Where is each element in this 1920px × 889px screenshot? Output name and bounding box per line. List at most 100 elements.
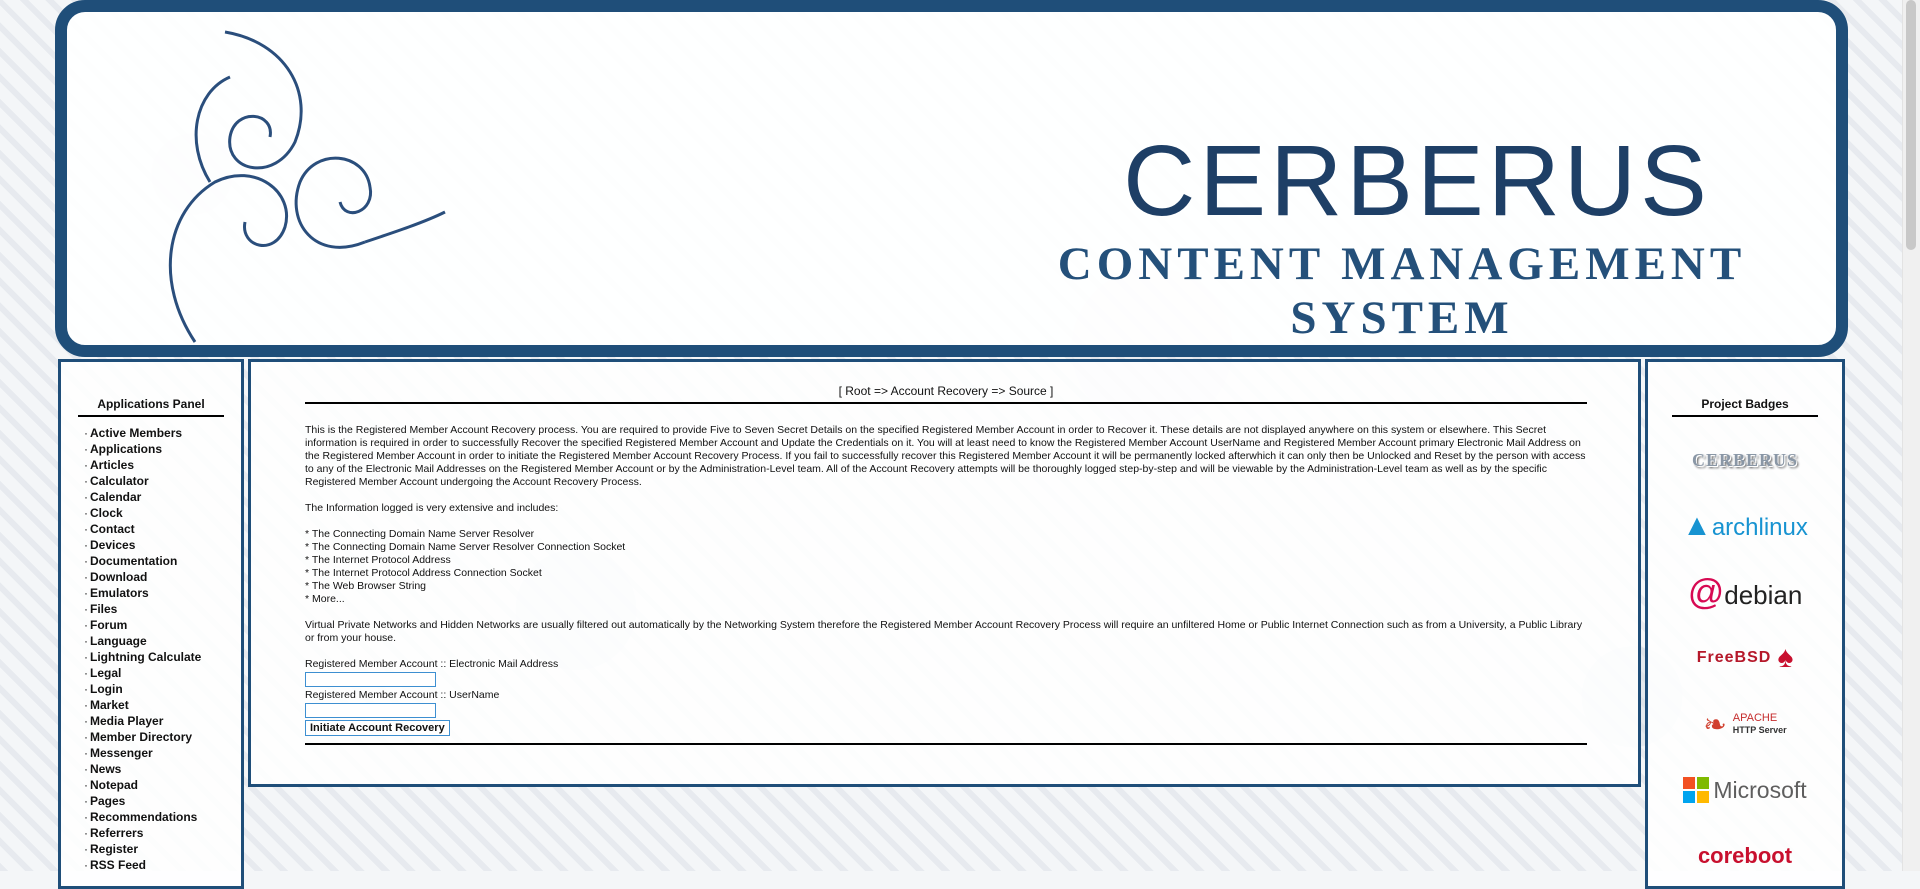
email-field[interactable] xyxy=(305,672,436,687)
nav-item-label: Language xyxy=(90,634,147,648)
nav-item-referrers[interactable]: · Referrers xyxy=(84,825,241,841)
logged-info-item: * The Internet Protocol Address Connecti… xyxy=(305,567,542,579)
coreboot-badge[interactable]: coreboot xyxy=(1648,823,1842,889)
nav-item-pages[interactable]: · Pages xyxy=(84,793,241,809)
coreboot-badge-label: coreboot xyxy=(1697,843,1793,868)
page-scrollbar[interactable] xyxy=(1902,0,1920,871)
applications-panel-heading: Applications Panel xyxy=(78,397,224,417)
nav-item-register[interactable]: · Register xyxy=(84,841,241,857)
logged-info-item: * The Web Browser String xyxy=(305,580,426,592)
main-content-panel: [ Root => Account Recovery => Source ] T… xyxy=(248,359,1641,787)
nav-item-messenger[interactable]: · Messenger xyxy=(84,745,241,761)
nav-item-label: Download xyxy=(90,570,148,584)
project-badges-panel: Project Badges CERBERUS ▲archlinux @debi… xyxy=(1645,359,1845,889)
content-divider xyxy=(305,743,1587,745)
nav-item-documentation[interactable]: · Documentation xyxy=(84,553,241,569)
nav-item-label: Market xyxy=(90,698,129,712)
logged-info-item: * The Connecting Domain Name Server Reso… xyxy=(305,528,535,540)
nav-item-label: Emulators xyxy=(90,586,149,600)
nav-item-emulators[interactable]: · Emulators xyxy=(84,585,241,601)
site-banner: CERBERUS CONTENT MANAGEMENT SYSTEM xyxy=(55,0,1848,357)
nav-item-download[interactable]: · Download xyxy=(84,569,241,585)
freebsd-badge-label: FreeBSD xyxy=(1696,649,1772,666)
nav-item-devices[interactable]: · Devices xyxy=(84,537,241,553)
nav-item-market[interactable]: · Market xyxy=(84,697,241,713)
nav-item-label: Media Player xyxy=(90,714,164,728)
nav-item-label: Files xyxy=(90,602,118,616)
nav-item-label: Member Directory xyxy=(90,730,193,744)
nav-item-calculator[interactable]: · Calculator xyxy=(84,473,241,489)
vpn-notice-text: Virtual Private Networks and Hidden Netw… xyxy=(305,619,1583,644)
nav-item-label: Lightning Calculate xyxy=(90,650,202,664)
nav-item-active-members[interactable]: · Active Members xyxy=(84,425,241,441)
nav-item-login[interactable]: · Login xyxy=(84,681,241,697)
nav-item-notepad[interactable]: · Notepad xyxy=(84,777,241,793)
logged-info-intro: The Information logged is very extensive… xyxy=(305,502,559,514)
nav-item-clock[interactable]: · Clock xyxy=(84,505,241,521)
archlinux-badge[interactable]: ▲archlinux xyxy=(1648,493,1842,559)
project-badges-heading: Project Badges xyxy=(1672,397,1818,417)
cerberus-badge[interactable]: CERBERUS xyxy=(1648,427,1842,493)
nav-item-language[interactable]: · Language xyxy=(84,633,241,649)
email-field-label: Registered Member Account :: Electronic … xyxy=(305,658,559,670)
username-field[interactable] xyxy=(305,703,436,718)
nav-item-label: Notepad xyxy=(90,778,138,792)
logged-info-item: * More... xyxy=(305,593,345,605)
applications-panel: Applications Panel · Active Members · Appli… xyxy=(58,359,244,889)
nav-item-label: News xyxy=(90,762,122,776)
debian-swirl-icon: @ xyxy=(1687,571,1725,612)
apache-feather-icon: ❧ xyxy=(1703,708,1727,740)
nav-item-label: Calculator xyxy=(90,474,149,488)
nav-item-articles[interactable]: · Articles xyxy=(84,457,241,473)
apache-badge[interactable]: ❧ APACHE HTTP Server xyxy=(1648,691,1842,757)
breadcrumb: [ Root => Account Recovery => Source ] xyxy=(305,384,1587,404)
nav-item-label: Forum xyxy=(90,618,128,632)
nav-item-label: Legal xyxy=(90,666,122,680)
banner-subtitle: CONTENT MANAGEMENT SYSTEM xyxy=(1057,238,1747,344)
freebsd-daemon-icon: ♠ xyxy=(1777,641,1794,674)
nav-item-files[interactable]: · Files xyxy=(84,601,241,617)
logged-info-list: * The Connecting Domain Name Server Reso… xyxy=(305,528,1587,606)
nav-item-label: Contact xyxy=(90,522,135,536)
applications-list: · Active Members · Applications · Articles · Ca… xyxy=(61,425,241,873)
nav-item-forum[interactable]: · Forum xyxy=(84,617,241,633)
nav-item-label: Clock xyxy=(90,506,123,520)
microsoft-badge-label: Microsoft xyxy=(1713,776,1807,803)
nav-item-label: Pages xyxy=(90,794,126,808)
nav-item-news[interactable]: · News xyxy=(84,761,241,777)
username-field-label: Registered Member Account :: UserName xyxy=(305,689,500,701)
nav-item-label: Referrers xyxy=(90,826,144,840)
nav-item-label: Login xyxy=(90,682,123,696)
nav-item-label: Calendar xyxy=(90,490,142,504)
nav-item-calendar[interactable]: · Calendar xyxy=(84,489,241,505)
nav-item-media-player[interactable]: · Media Player xyxy=(84,713,241,729)
nav-item-legal[interactable]: · Legal xyxy=(84,665,241,681)
arch-triangle-icon: ▲ xyxy=(1682,509,1712,542)
debian-badge[interactable]: @debian xyxy=(1648,559,1842,625)
nav-item-lightning-calculate[interactable]: · Lightning Calculate xyxy=(84,649,241,665)
nav-item-contact[interactable]: · Contact xyxy=(84,521,241,537)
nav-item-label: Recommendations xyxy=(90,810,198,824)
nav-item-label: RSS Feed xyxy=(90,858,147,872)
scrollbar-thumb[interactable] xyxy=(1906,0,1916,250)
nav-item-member-directory[interactable]: · Member Directory xyxy=(84,729,241,745)
nav-item-label: Documentation xyxy=(90,554,178,568)
apache-badge-sublabel: HTTP Server xyxy=(1732,725,1787,735)
initiate-recovery-button[interactable]: Initiate Account Recovery xyxy=(305,720,450,736)
logged-info-item: * The Internet Protocol Address xyxy=(305,554,451,566)
nav-item-label: Register xyxy=(90,842,139,856)
freebsd-badge[interactable]: FreeBSD ♠ xyxy=(1648,625,1842,691)
recovery-intro-text: This is the Registered Member Account Re… xyxy=(305,424,1586,488)
microsoft-badge[interactable]: Microsoft xyxy=(1648,757,1842,823)
microsoft-logo-icon xyxy=(1683,777,1710,803)
nav-item-recommendations[interactable]: · Recommendations xyxy=(84,809,241,825)
logged-info-item: * The Connecting Domain Name Server Reso… xyxy=(305,541,626,553)
cerberus-badge-label: CERBERUS xyxy=(1691,449,1799,470)
nav-item-label: Devices xyxy=(90,538,136,552)
banner-title: CERBERUS xyxy=(1123,125,1711,237)
nav-item-label: Applications xyxy=(90,442,163,456)
debian-badge-label: debian xyxy=(1724,580,1803,610)
nav-item-label: Active Members xyxy=(90,426,183,440)
nav-item-applications[interactable]: · Applications xyxy=(84,441,241,457)
swirl-logo-icon xyxy=(168,30,446,343)
